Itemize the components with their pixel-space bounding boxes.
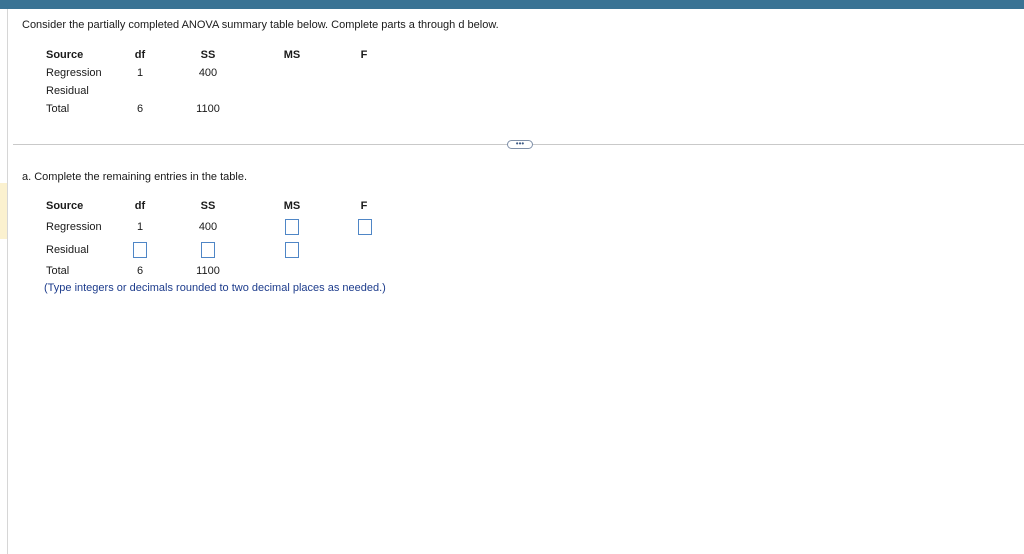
summary-row-source: Total bbox=[46, 103, 70, 115]
top-bar bbox=[0, 0, 1024, 9]
residual-df-input[interactable] bbox=[133, 242, 147, 258]
part-a-header-ss: SS bbox=[200, 200, 216, 212]
summary-header-df: df bbox=[134, 49, 146, 61]
more-button[interactable]: ••• bbox=[507, 140, 533, 149]
answer-format-hint: (Type integers or decimals rounded to tw… bbox=[44, 282, 386, 294]
summary-row-df: 6 bbox=[136, 103, 144, 115]
left-border bbox=[7, 9, 8, 554]
summary-row-ss: 1100 bbox=[196, 103, 220, 115]
summary-header-source: Source bbox=[46, 49, 84, 61]
residual-ss-input[interactable] bbox=[201, 242, 215, 258]
part-a-header-source: Source bbox=[46, 200, 84, 212]
part-a-prompt: a. Complete the remaining entries in the… bbox=[22, 171, 248, 183]
residual-ms-input[interactable] bbox=[285, 242, 299, 258]
part-a-row-source: Residual bbox=[46, 244, 89, 256]
part-a-header-ms: MS bbox=[283, 200, 301, 212]
part-a-row-ss: 1100 bbox=[196, 265, 220, 277]
summary-row-source: Regression bbox=[46, 67, 102, 79]
summary-header-ss: SS bbox=[200, 49, 216, 61]
regression-ms-input[interactable] bbox=[285, 219, 299, 235]
summary-row-df: 1 bbox=[136, 67, 144, 79]
part-a-row-df: 6 bbox=[136, 265, 144, 277]
part-a-row-ss: 400 bbox=[198, 221, 218, 233]
question-intro: Consider the partially completed ANOVA s… bbox=[22, 19, 499, 31]
summary-row-ss: 400 bbox=[198, 67, 218, 79]
part-a-header-df: df bbox=[134, 200, 146, 212]
part-indicator bbox=[0, 183, 7, 239]
part-a-row-source: Regression bbox=[46, 221, 102, 233]
part-a-row-source: Total bbox=[46, 265, 70, 277]
part-a-header-f: F bbox=[360, 200, 368, 212]
summary-row-source: Residual bbox=[46, 85, 89, 97]
part-a-row-df: 1 bbox=[136, 221, 144, 233]
summary-header-ms: MS bbox=[283, 49, 301, 61]
summary-header-f: F bbox=[360, 49, 368, 61]
regression-f-input[interactable] bbox=[358, 219, 372, 235]
